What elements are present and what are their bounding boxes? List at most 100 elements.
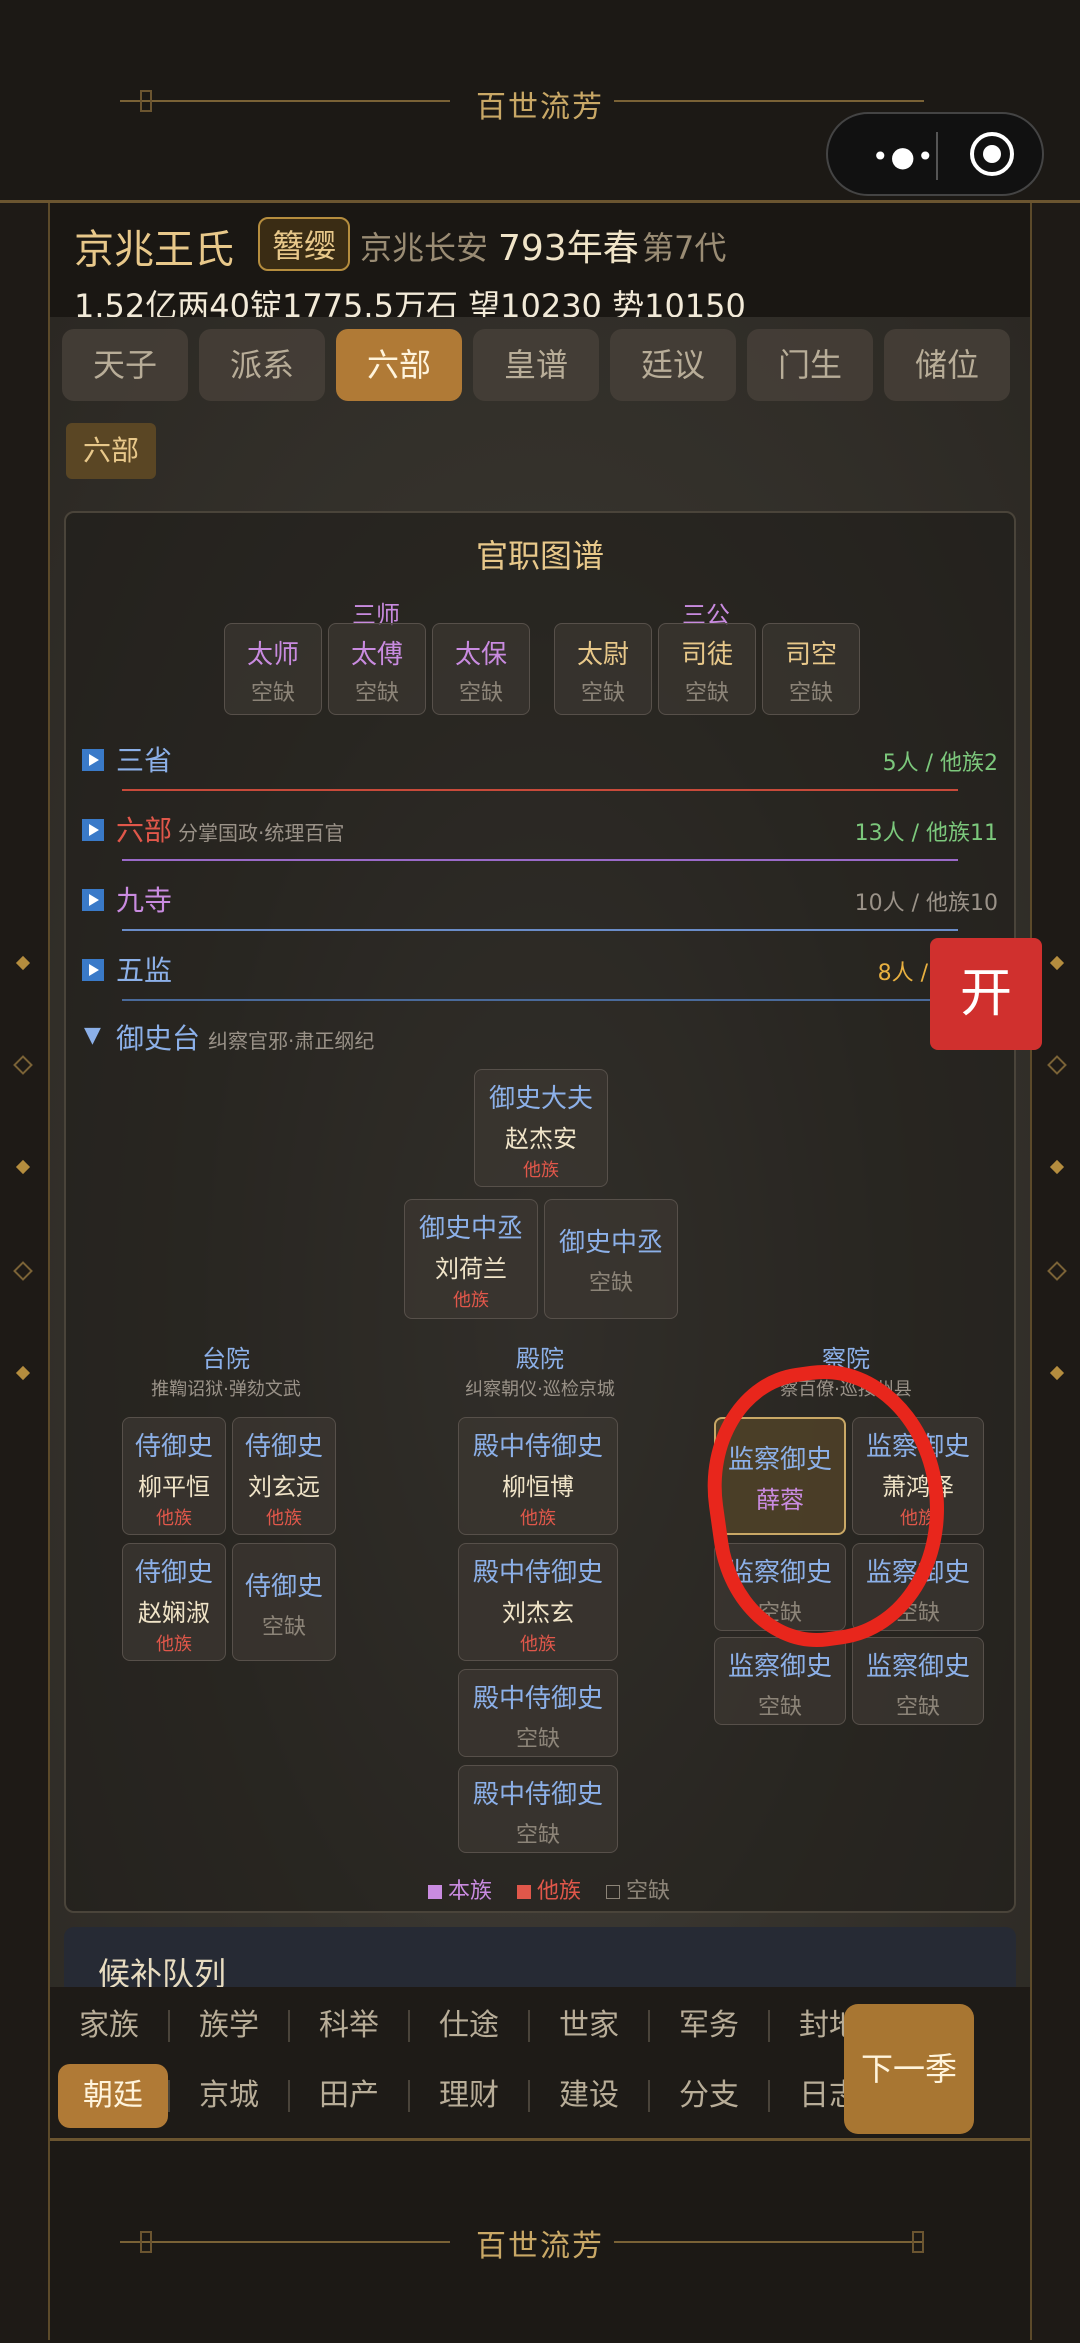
office-status: 空缺 xyxy=(588,1271,633,1296)
tab-tianzi[interactable]: 天子 xyxy=(62,329,188,401)
office-title: 司徒 xyxy=(680,640,733,670)
legend-other: 他族 xyxy=(536,1879,581,1904)
banner-title: 百世流芳 xyxy=(476,2229,604,2264)
tab-liubu[interactable]: 六部 xyxy=(336,329,462,401)
row-subtitle: 分掌国政·统理百官 xyxy=(178,821,345,845)
office-shiyushi-3[interactable]: 侍御史 赵娴淑 他族 xyxy=(122,1543,226,1661)
court-scene: 天子 派系 六部 皇谱 廷议 门生 储位 六部 官职图谱 三师 三公 太师 空缺 … xyxy=(50,317,1030,1987)
office-shiyushi-1[interactable]: 侍御史 柳平恒 他族 xyxy=(122,1417,226,1535)
nav-fenzhi[interactable]: 分支 xyxy=(654,2064,764,2128)
nav-divider xyxy=(648,2080,650,2112)
clan-tag: 他族 xyxy=(156,1634,192,1655)
nav-keju[interactable]: 科举 xyxy=(294,1994,404,2058)
office-dianzhong-3[interactable]: 殿中侍御史 空缺 xyxy=(458,1669,618,1757)
tab-mensheng[interactable]: 门生 xyxy=(747,329,873,401)
office-situ[interactable]: 司徒 空缺 xyxy=(658,623,756,715)
next-season-button[interactable]: 下一季 xyxy=(844,2004,974,2134)
waiting-list-section[interactable]: 候补队列 xyxy=(64,1927,1016,1987)
nav-divider xyxy=(528,2010,530,2042)
row-liubu[interactable]: 六部 分掌国政·统理百官 13人 / 他族11 xyxy=(82,809,998,861)
tab-chuwei[interactable]: 储位 xyxy=(884,329,1010,401)
open-float-button[interactable]: 开 xyxy=(930,938,1042,1050)
close-miniapp-icon[interactable] xyxy=(970,132,1014,176)
court-taiyuan: 台院 xyxy=(202,1345,250,1373)
official-chart-panel: 官职图谱 三师 三公 太师 空缺 太傅 空缺 太保 空缺 太尉 空缺 司徒 空缺 司空 空缺… xyxy=(64,511,1016,1913)
office-jiancha-6[interactable]: 监察御史 空缺 xyxy=(852,1637,984,1725)
nav-junwu[interactable]: 军务 xyxy=(654,1994,764,2058)
office-taibao[interactable]: 太保 空缺 xyxy=(432,623,530,715)
office-status: 空缺 xyxy=(354,681,399,706)
office-taishi[interactable]: 太师 空缺 xyxy=(224,623,322,715)
office-dianzhong-4[interactable]: 殿中侍御史 空缺 xyxy=(458,1765,618,1853)
tab-huangpu[interactable]: 皇谱 xyxy=(473,329,599,401)
row-divider xyxy=(122,789,958,791)
office-jiancha-5[interactable]: 监察御史 空缺 xyxy=(714,1637,846,1725)
nav-jianshe[interactable]: 建设 xyxy=(534,2064,644,2128)
expand-icon xyxy=(82,819,104,841)
row-wujian[interactable]: 五监 8人 / xyxy=(82,949,998,1001)
banner-line-right xyxy=(614,2241,924,2243)
office-dianzhong-2[interactable]: 殿中侍御史 刘杰玄 他族 xyxy=(458,1543,618,1661)
row-name: 五监 xyxy=(116,954,173,987)
office-status: 空缺 xyxy=(515,1823,560,1848)
office-taiwei[interactable]: 太尉 空缺 xyxy=(554,623,652,715)
legend-vacant: 空缺 xyxy=(626,1879,671,1904)
office-yushidafu[interactable]: 御史大夫 赵杰安 他族 xyxy=(474,1069,608,1187)
side-ornament xyxy=(1049,955,1065,971)
office-zhongcheng-2[interactable]: 御史中丞 空缺 xyxy=(544,1199,678,1319)
collapse-icon: ▼ xyxy=(84,1023,101,1048)
nav-licai[interactable]: 理财 xyxy=(414,2064,524,2128)
clan-tag: 他族 xyxy=(453,1290,489,1311)
tab-tingyi[interactable]: 廷议 xyxy=(610,329,736,401)
office-title: 御史中丞 xyxy=(418,1214,523,1244)
nav-chaoting[interactable]: 朝廷 xyxy=(58,2064,168,2128)
court-dianyuan-sub: 纠察朝仪·巡检京城 xyxy=(465,1379,615,1400)
side-ornament xyxy=(15,1159,31,1175)
row-yushitai[interactable]: ▼ 御史台 纠察官邪·肃正纲纪 xyxy=(82,1017,998,1067)
expand-icon xyxy=(82,959,104,981)
row-subtitle: 纠察官邪·肃正纲纪 xyxy=(208,1029,375,1053)
clan-header: 京兆王氏 簪缨 京兆长安 793年春 第7代 1.52亿两40锭1775.5万石… xyxy=(50,203,1030,325)
legend-swatch-own xyxy=(427,1885,442,1899)
nav-divider xyxy=(408,2010,410,2042)
office-zhongcheng-1[interactable]: 御史中丞 刘荷兰 他族 xyxy=(404,1199,538,1319)
office-title: 监察御史 xyxy=(727,1652,832,1682)
side-ornament xyxy=(1047,1055,1067,1075)
office-dianzhong-1[interactable]: 殿中侍御史 柳恒博 他族 xyxy=(458,1417,618,1535)
office-holder: 刘荷兰 xyxy=(435,1255,507,1283)
nav-jingcheng[interactable]: 京城 xyxy=(174,2064,284,2128)
nav-divider xyxy=(288,2010,290,2042)
office-holder: 刘杰玄 xyxy=(502,1599,574,1627)
row-divider xyxy=(122,859,958,861)
row-name: 三省 xyxy=(116,744,173,777)
nav-shitu[interactable]: 仕途 xyxy=(414,1994,524,2058)
office-status: 空缺 xyxy=(515,1727,560,1752)
current-year: 793年春 xyxy=(498,228,639,269)
capsule-divider xyxy=(936,132,938,180)
office-shiyushi-2[interactable]: 侍御史 刘玄远 他族 xyxy=(232,1417,336,1535)
side-ornament xyxy=(15,955,31,971)
clan-tag: 他族 xyxy=(520,1634,556,1655)
office-title: 御史中丞 xyxy=(558,1228,663,1258)
nav-jiazu[interactable]: 家族 xyxy=(54,1994,164,2058)
row-jiusi[interactable]: 九寺 10人 / 他族10 xyxy=(82,879,998,931)
office-status: 空缺 xyxy=(684,681,729,706)
clan-location: 京兆长安 xyxy=(360,229,489,267)
row-count: 13人 / 他族11 xyxy=(854,821,998,846)
office-taifu[interactable]: 太傅 空缺 xyxy=(328,623,426,715)
section-chip: 六部 xyxy=(66,423,156,479)
office-sikong[interactable]: 司空 空缺 xyxy=(762,623,860,715)
nav-zuxue[interactable]: 族学 xyxy=(174,1994,284,2058)
office-title: 侍御史 xyxy=(244,1432,323,1462)
court-dianyuan: 殿院 xyxy=(516,1345,564,1373)
more-icon[interactable]: •●• xyxy=(872,140,935,173)
nav-shijia[interactable]: 世家 xyxy=(534,1994,644,2058)
row-count: 5人 / 他族2 xyxy=(882,751,998,776)
row-sansheng[interactable]: 三省 5人 / 他族2 xyxy=(82,739,998,791)
bottom-banner: 百世流芳 xyxy=(50,2138,1030,2343)
office-shiyushi-4[interactable]: 侍御史 空缺 xyxy=(232,1543,336,1661)
tab-paixi[interactable]: 派系 xyxy=(199,329,325,401)
panel-title: 官职图谱 xyxy=(475,537,604,575)
nav-divider xyxy=(288,2080,290,2112)
nav-tianchan[interactable]: 田产 xyxy=(294,2064,404,2128)
